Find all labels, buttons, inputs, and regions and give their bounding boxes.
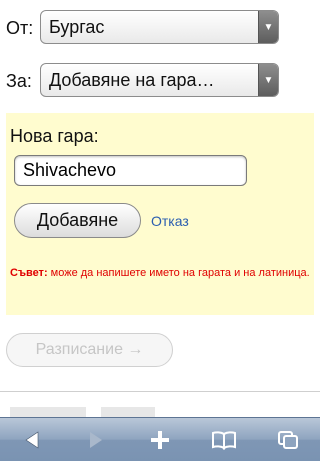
divider <box>0 391 320 392</box>
from-select[interactable]: Бургас ▼ <box>40 10 279 44</box>
mobile-page: От: Бургас ▼ За: Добавяне на гара… ▼ Нов… <box>0 0 320 461</box>
tip-prefix: Съвет: <box>10 267 48 279</box>
back-button[interactable] <box>0 418 64 461</box>
bookmarks-button[interactable] <box>192 418 256 461</box>
browser-toolbar <box>0 417 320 461</box>
add-station-panel: Нова гара: Добавяне Отказ Съвет: може да… <box>6 113 314 315</box>
add-button[interactable]: Добавяне <box>14 203 141 238</box>
back-arrow-icon <box>25 430 39 449</box>
from-row: От: Бургас ▼ <box>0 10 320 46</box>
to-select-value: Добавяне на гара… <box>49 69 215 90</box>
add-bookmark-button[interactable] <box>128 418 192 461</box>
station-name-input[interactable] <box>14 155 247 186</box>
from-select-value: Бургас <box>49 16 105 37</box>
new-station-label: Нова гара: <box>10 126 99 146</box>
to-select[interactable]: Добавяне на гара… ▼ <box>40 63 279 97</box>
pages-icon <box>278 430 298 449</box>
plus-icon <box>151 430 169 449</box>
to-label: За: <box>6 70 32 91</box>
forward-arrow-icon <box>90 431 102 448</box>
cancel-link[interactable]: Отказ <box>151 213 189 229</box>
chevron-down-icon: ▼ <box>258 64 278 96</box>
tip-text: Съвет: може да напишете името на гарата … <box>10 260 310 286</box>
chevron-down-icon: ▼ <box>258 11 278 43</box>
to-row: За: Добавяне на гара… ▼ <box>0 63 320 99</box>
book-icon <box>212 430 236 450</box>
from-label: От: <box>6 17 34 38</box>
pages-button[interactable] <box>256 418 320 461</box>
forward-button[interactable] <box>64 418 128 461</box>
tip-body: може да напишете името на гарата и на ла… <box>47 267 310 279</box>
schedule-button[interactable]: Разписание → <box>6 333 173 367</box>
